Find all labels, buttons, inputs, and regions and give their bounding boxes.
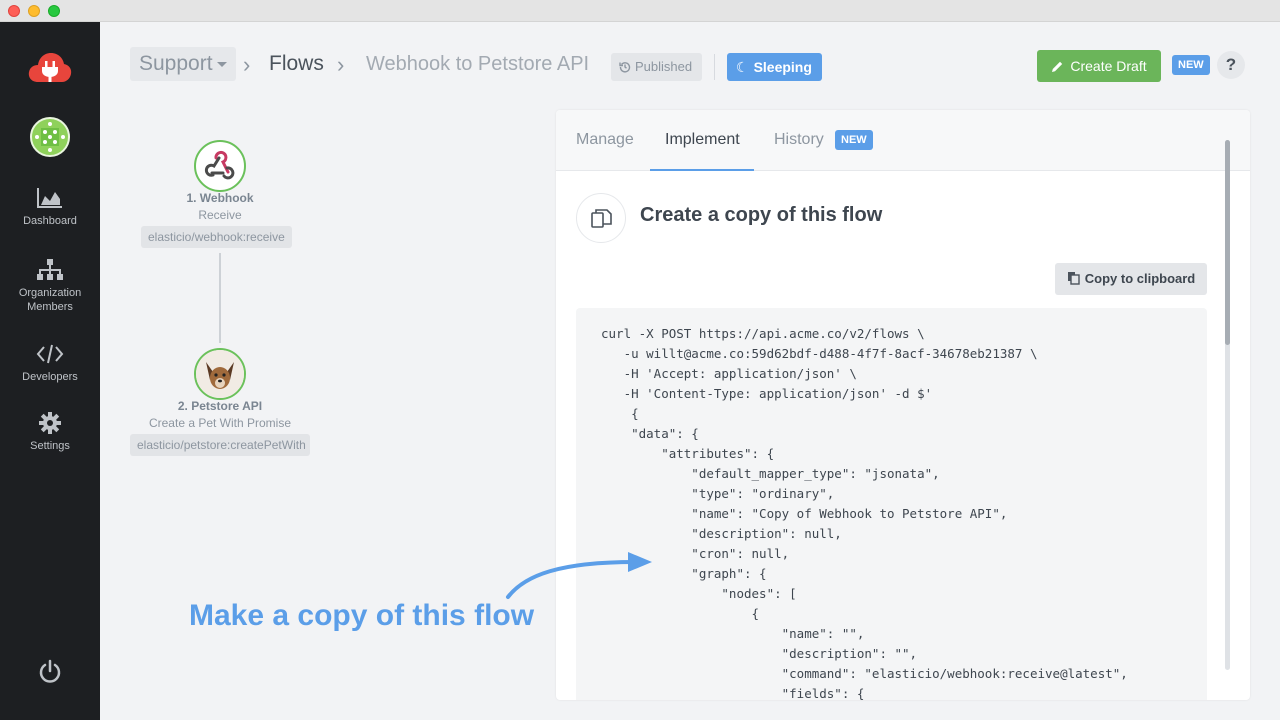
clipboard-icon — [1067, 272, 1080, 285]
copy-to-clipboard-label: Copy to clipboard — [1084, 271, 1196, 286]
history-new-badge: NEW — [835, 130, 873, 150]
step-connector — [219, 253, 221, 343]
create-draft-label: Create Draft — [1070, 58, 1147, 74]
panel-tabs: Manage Implement History NEW — [556, 110, 1250, 171]
chevron-right-icon: › — [337, 52, 345, 77]
dog-icon — [196, 350, 244, 398]
caret-down-icon — [216, 61, 227, 67]
webhook-step-icon[interactable] — [194, 140, 246, 192]
webhook-icon — [204, 150, 235, 180]
chevron-right-icon: › — [243, 52, 251, 77]
pencil-icon — [1052, 61, 1063, 72]
scrollbar-thumb[interactable] — [1225, 140, 1230, 345]
tab-implement[interactable]: Implement — [665, 131, 740, 149]
step-command: elasticio/webhook:receive — [141, 226, 292, 248]
sidebar-item-label: Dashboard — [23, 215, 77, 227]
history-icon — [619, 62, 631, 73]
sleeping-label: Sleeping — [753, 59, 812, 75]
sidebar-item-organization-members[interactable]: Organization Members — [0, 258, 100, 314]
step-subtitle: Receive — [198, 208, 242, 222]
copy-glyph-icon — [591, 209, 612, 228]
published-label: Published — [635, 59, 693, 74]
tab-manage[interactable]: Manage — [576, 131, 634, 149]
code-icon — [36, 344, 64, 364]
divider — [714, 54, 715, 80]
step-command: elasticio/petstore:createPetWith — [130, 434, 310, 456]
close-window-button[interactable] — [8, 5, 20, 17]
sitemap-icon — [37, 259, 63, 280]
active-tab-indicator — [650, 169, 754, 171]
petstore-step-icon[interactable] — [194, 348, 246, 400]
step-title: 1. Webhook — [186, 191, 254, 205]
new-badge: NEW — [1172, 55, 1210, 75]
sleeping-status-button[interactable]: ☾ Sleeping — [727, 53, 822, 81]
copy-to-clipboard-button[interactable]: Copy to clipboard — [1055, 263, 1207, 295]
sidebar-item-label: Developers — [22, 371, 78, 383]
gear-icon — [39, 412, 61, 434]
chart-area-icon — [37, 188, 62, 208]
breadcrumb-flows[interactable]: Flows — [269, 52, 324, 76]
cloud-plug-logo-icon[interactable] — [28, 50, 72, 86]
create-draft-button[interactable]: Create Draft — [1037, 50, 1161, 82]
sidebar-item-label: Organization Members — [18, 287, 82, 313]
workspace-dropdown[interactable]: Support — [130, 47, 236, 81]
sidebar: Dashboard Organization Members Developer… — [0, 22, 100, 720]
power-icon[interactable] — [36, 658, 64, 686]
curl-code-block[interactable]: curl -X POST https://api.acme.co/v2/flow… — [576, 308, 1207, 700]
step-subtitle: Create a Pet With Promise — [148, 416, 292, 430]
organization-avatar[interactable] — [30, 117, 70, 157]
sidebar-item-label: Settings — [30, 440, 70, 452]
section-title: Create a copy of this flow — [640, 204, 883, 226]
step-title: 2. Petstore API — [177, 399, 263, 413]
window-titlebar — [0, 0, 1280, 22]
flow-details-panel: Manage Implement History NEW Create a co… — [556, 110, 1250, 700]
annotation-text: Make a copy of this flow — [189, 599, 535, 632]
help-button[interactable]: ? — [1217, 51, 1245, 79]
sidebar-item-dashboard[interactable]: Dashboard — [0, 186, 100, 228]
zoom-window-button[interactable] — [48, 5, 60, 17]
breadcrumb-flow-name[interactable]: Webhook to Petstore API — [366, 53, 589, 76]
published-badge[interactable]: Published — [611, 53, 703, 81]
sidebar-item-developers[interactable]: Developers — [0, 342, 100, 384]
moon-icon: ☾ — [736, 59, 749, 75]
workspace-label: Support — [139, 52, 213, 75]
annotation-arrow-icon — [506, 552, 652, 599]
copy-icon — [576, 193, 626, 243]
tab-history[interactable]: History — [774, 131, 824, 149]
minimize-window-button[interactable] — [28, 5, 40, 17]
sidebar-item-settings[interactable]: Settings — [0, 411, 100, 453]
